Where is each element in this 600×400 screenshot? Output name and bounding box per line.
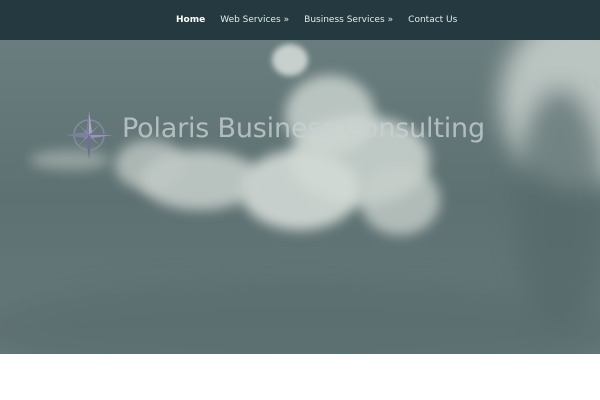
submenu-arrow-icon: » — [283, 15, 290, 25]
nav-item-web-services[interactable]: Web Services» — [220, 15, 289, 25]
main-nav: Home Web Services» Business Services» Co… — [176, 0, 457, 40]
top-navbar: Home Web Services» Business Services» Co… — [0, 0, 600, 40]
compass-rose-icon — [65, 111, 113, 159]
nav-item-business-services[interactable]: Business Services» — [304, 15, 393, 25]
submenu-arrow-icon: » — [387, 15, 394, 25]
nav-item-label: Contact Us — [408, 15, 458, 25]
nav-item-label: Business Services — [304, 15, 385, 25]
nav-item-label: Home — [176, 15, 206, 25]
content-area — [0, 354, 600, 400]
nav-item-home[interactable]: Home — [176, 15, 205, 25]
cloudy-sky-background — [0, 40, 600, 354]
brand-title: Polaris Business Consulting — [122, 113, 485, 144]
hero-banner: Polaris Business Consulting — [0, 40, 600, 354]
nav-item-contact-us[interactable]: Contact Us — [408, 15, 457, 25]
nav-item-label: Web Services — [220, 15, 281, 25]
